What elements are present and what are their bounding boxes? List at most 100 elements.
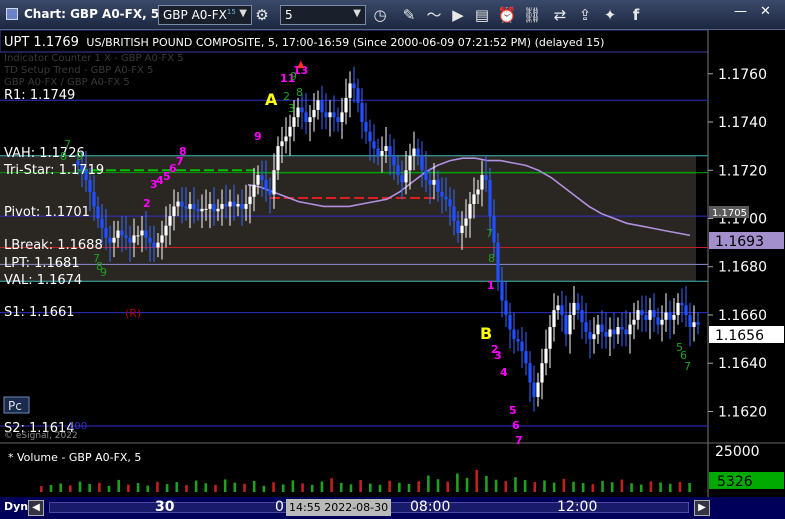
candle-body-85 — [416, 148, 420, 156]
candle-body-69 — [352, 83, 356, 89]
export-icon[interactable]: ⇪ — [575, 5, 595, 25]
level-label-r1: R1: 1.1749 — [4, 88, 75, 103]
swap-icon[interactable]: ⇄ — [550, 5, 570, 25]
candle-body-117 — [544, 348, 548, 364]
ghost-indicator-2: TD Setup Trend - GBP A0-FX 5 — [3, 65, 153, 76]
price-badge-last-text: 1.1656 — [715, 328, 764, 344]
candle-body-124 — [572, 302, 576, 315]
y-tick-label-4: 1.1680 — [718, 260, 767, 276]
chart-area[interactable]: 1.1760 1.1740 1.1720 1.1700 1.1680 1.1660 1.16… — [0, 30, 785, 499]
clock-icon[interactable]: ◷ — [370, 5, 390, 25]
candle-body-86 — [420, 155, 424, 171]
candle-body-146 — [660, 319, 664, 325]
news-icon[interactable]: ▤ — [472, 5, 492, 25]
candle-body-18 — [148, 237, 152, 243]
candle-body-137 — [624, 329, 628, 335]
header-description: UPT 1.1769 US/BRITISH POUND COMPOSITE, 5… — [4, 35, 604, 50]
candle-body-58 — [308, 117, 312, 123]
candle-body-154 — [692, 322, 696, 328]
volume-bar-46 — [485, 475, 488, 492]
chevron-down-icon[interactable]: ▼ — [239, 8, 247, 19]
interval-input[interactable]: 5 ▼ — [280, 5, 366, 25]
volume-bar-12 — [156, 481, 159, 492]
candle-body-105 — [496, 242, 500, 282]
candle-body-109 — [512, 329, 516, 340]
candle-body-57 — [304, 112, 308, 123]
volume-bar-21 — [243, 483, 246, 492]
minimize-button[interactable]: — — [734, 4, 747, 19]
symbol-description: US/BRITISH POUND COMPOSITE, 5, 17:00-16:… — [86, 36, 604, 49]
volume-bar-52 — [543, 480, 546, 492]
candle-body-4 — [92, 191, 96, 207]
time-axis-bar[interactable]: Dyn ◀ 30 0 14:55 2022-08-30 08:00 12:00 … — [0, 497, 785, 519]
interval-settings-icon[interactable]: ⚙ — [252, 5, 272, 25]
volume-bar-34 — [369, 483, 372, 492]
candle-body-54 — [292, 117, 296, 127]
cursor-time-label: 14:55 2022-08-30 — [286, 499, 392, 516]
facebook-icon[interactable]: f — [626, 5, 646, 25]
candle-body-37 — [224, 204, 228, 207]
svg-text:9: 9 — [254, 130, 262, 143]
level-label-s1: S1: 1.1661 — [4, 305, 75, 320]
line-chart-icon[interactable]: 〜 — [424, 5, 444, 25]
x-tick-1200: 12:00 — [557, 499, 598, 515]
symbol-input[interactable]: GBP A0-FX15 ▼ — [158, 5, 252, 25]
candle-body-7 — [104, 228, 108, 238]
level-label-tristar: Tri-Star: 1.1719 — [3, 163, 104, 178]
volume-bar-3 — [69, 485, 72, 492]
volume-badge-text: 5326 — [717, 474, 753, 490]
volume-bar-57 — [591, 484, 595, 492]
volume-bar-8 — [117, 479, 121, 492]
candle-body-97 — [464, 218, 468, 226]
volume-bar-51 — [533, 482, 537, 492]
y-tick-label-5: 1.1660 — [718, 308, 767, 324]
candle-body-90 — [436, 179, 440, 192]
candle-body-11 — [120, 230, 124, 236]
chevron-down-icon[interactable]: ▼ — [353, 8, 361, 19]
price-badge-last: 1.1656 — [709, 326, 784, 344]
symbol-superscript: 15 — [226, 8, 236, 16]
candle-body-139 — [632, 319, 636, 325]
candle-body-79 — [392, 155, 396, 166]
candle-body-22 — [164, 225, 168, 236]
candle-body-87 — [424, 170, 428, 180]
volume-bar-60 — [620, 479, 624, 492]
link-icon[interactable]: ⛓ — [522, 5, 542, 25]
candle-body-89 — [432, 179, 436, 185]
volume-bar-45 — [475, 469, 479, 492]
candle-body-48 — [268, 189, 272, 195]
svg-text:1: 1 — [487, 279, 495, 292]
candle-body-26 — [180, 201, 184, 207]
pc-button[interactable]: Pc — [3, 396, 30, 414]
scroll-left-button[interactable]: ◀ — [28, 500, 44, 516]
candle-body-112 — [524, 351, 528, 364]
candle-body-93 — [448, 199, 452, 207]
svg-text:3: 3 — [288, 102, 295, 115]
alert-bell-icon[interactable]: ⏰ — [497, 5, 517, 25]
candle-body-119 — [552, 310, 556, 328]
close-button[interactable]: ✕ — [760, 4, 771, 19]
play-icon[interactable]: ▶ — [448, 5, 468, 25]
volume-bar-18 — [214, 484, 217, 492]
candle-body-65 — [336, 117, 340, 123]
x-tick-0800: 08:00 — [410, 499, 451, 515]
volume-bar-9 — [127, 484, 130, 492]
candle-body-94 — [452, 206, 456, 221]
pencil-icon[interactable]: ✎ — [399, 5, 419, 25]
pc-button-label: Pc — [8, 399, 22, 413]
dyn-label[interactable]: Dyn — [4, 500, 28, 513]
svg-text:6: 6 — [512, 419, 520, 432]
volume-bar-32 — [349, 484, 353, 492]
svg-text:7: 7 — [684, 360, 691, 373]
volume-bar-30 — [330, 478, 333, 492]
twitter-icon[interactable]: ✦ — [600, 5, 620, 25]
candle-body-6 — [100, 218, 104, 229]
copyright: © eSignal, 2022 — [4, 431, 78, 441]
candle-body-147 — [664, 312, 668, 320]
level-label-vah: VAH: 1.1726 — [4, 146, 85, 161]
candle-body-40 — [236, 204, 240, 207]
candle-body-148 — [668, 312, 672, 320]
candle-body-20 — [156, 242, 160, 248]
arrow-up-icon: ▲ — [297, 59, 305, 70]
scroll-right-button[interactable]: ▶ — [694, 500, 710, 516]
